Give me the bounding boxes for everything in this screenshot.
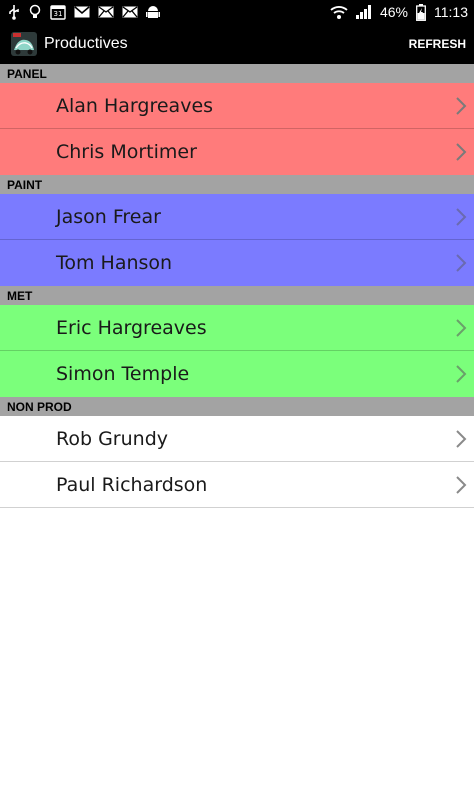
gmail-icon xyxy=(74,0,90,24)
list-item-label: Simon Temple xyxy=(56,363,190,385)
list-item[interactable]: Simon Temple xyxy=(0,351,474,397)
list-item[interactable]: Eric Hargreaves xyxy=(0,305,474,351)
list-item-label: Tom Hanson xyxy=(56,252,173,274)
email-icon xyxy=(122,0,138,24)
email-icon xyxy=(98,0,114,24)
chevron-right-icon xyxy=(456,208,467,226)
chevron-right-icon xyxy=(456,430,467,448)
chevron-right-icon xyxy=(456,143,467,161)
signal-icon xyxy=(355,0,372,24)
clock: 11:13 xyxy=(434,4,468,20)
section-header-met: MET xyxy=(0,286,474,305)
status-bar-notifications: 31 xyxy=(8,0,160,24)
list-item-label: Alan Hargreaves xyxy=(56,95,214,117)
list-item-label: Jason Frear xyxy=(56,206,161,228)
wifi-icon xyxy=(330,0,348,24)
chevron-right-icon xyxy=(456,254,467,272)
section-header-non-prod: NON PROD xyxy=(0,397,474,416)
list-item[interactable]: Chris Mortimer xyxy=(0,129,474,175)
section-header-panel: PANEL xyxy=(0,64,474,83)
list-item-label: Rob Grundy xyxy=(56,428,168,450)
chevron-right-icon xyxy=(456,365,467,383)
section-header-paint: PAINT xyxy=(0,175,474,194)
calendar-icon: 31 xyxy=(50,0,66,24)
list-item[interactable]: Rob Grundy xyxy=(0,416,474,462)
app-logo-icon[interactable] xyxy=(10,30,38,58)
battery-charging-icon xyxy=(416,0,426,24)
list-item[interactable]: Jason Frear xyxy=(0,194,474,240)
list-item-label: Chris Mortimer xyxy=(56,141,197,163)
list-item[interactable]: Tom Hanson xyxy=(0,240,474,286)
refresh-button[interactable]: REFRESH xyxy=(409,37,466,51)
row-divider xyxy=(0,507,474,508)
usb-icon xyxy=(8,0,20,24)
chevron-right-icon xyxy=(456,97,467,115)
list-item-label: Eric Hargreaves xyxy=(56,317,207,339)
status-bar: 31 46% 11:13 xyxy=(0,0,474,24)
list-item-label: Paul Richardson xyxy=(56,474,208,496)
app-title: Productives xyxy=(44,35,128,52)
chevron-right-icon xyxy=(456,319,467,337)
calendar-day: 31 xyxy=(53,10,63,18)
chevron-right-icon xyxy=(456,476,467,494)
bulb-icon xyxy=(28,0,42,24)
productives-list: PANEL Alan Hargreaves Chris Mortimer PAI… xyxy=(0,64,474,508)
list-item[interactable]: Alan Hargreaves xyxy=(0,83,474,129)
status-bar-system: 46% 11:13 xyxy=(330,0,468,24)
android-icon xyxy=(146,0,160,24)
action-bar: Productives REFRESH xyxy=(0,24,474,64)
list-item[interactable]: Paul Richardson xyxy=(0,462,474,508)
battery-percent: 46% xyxy=(379,4,408,20)
